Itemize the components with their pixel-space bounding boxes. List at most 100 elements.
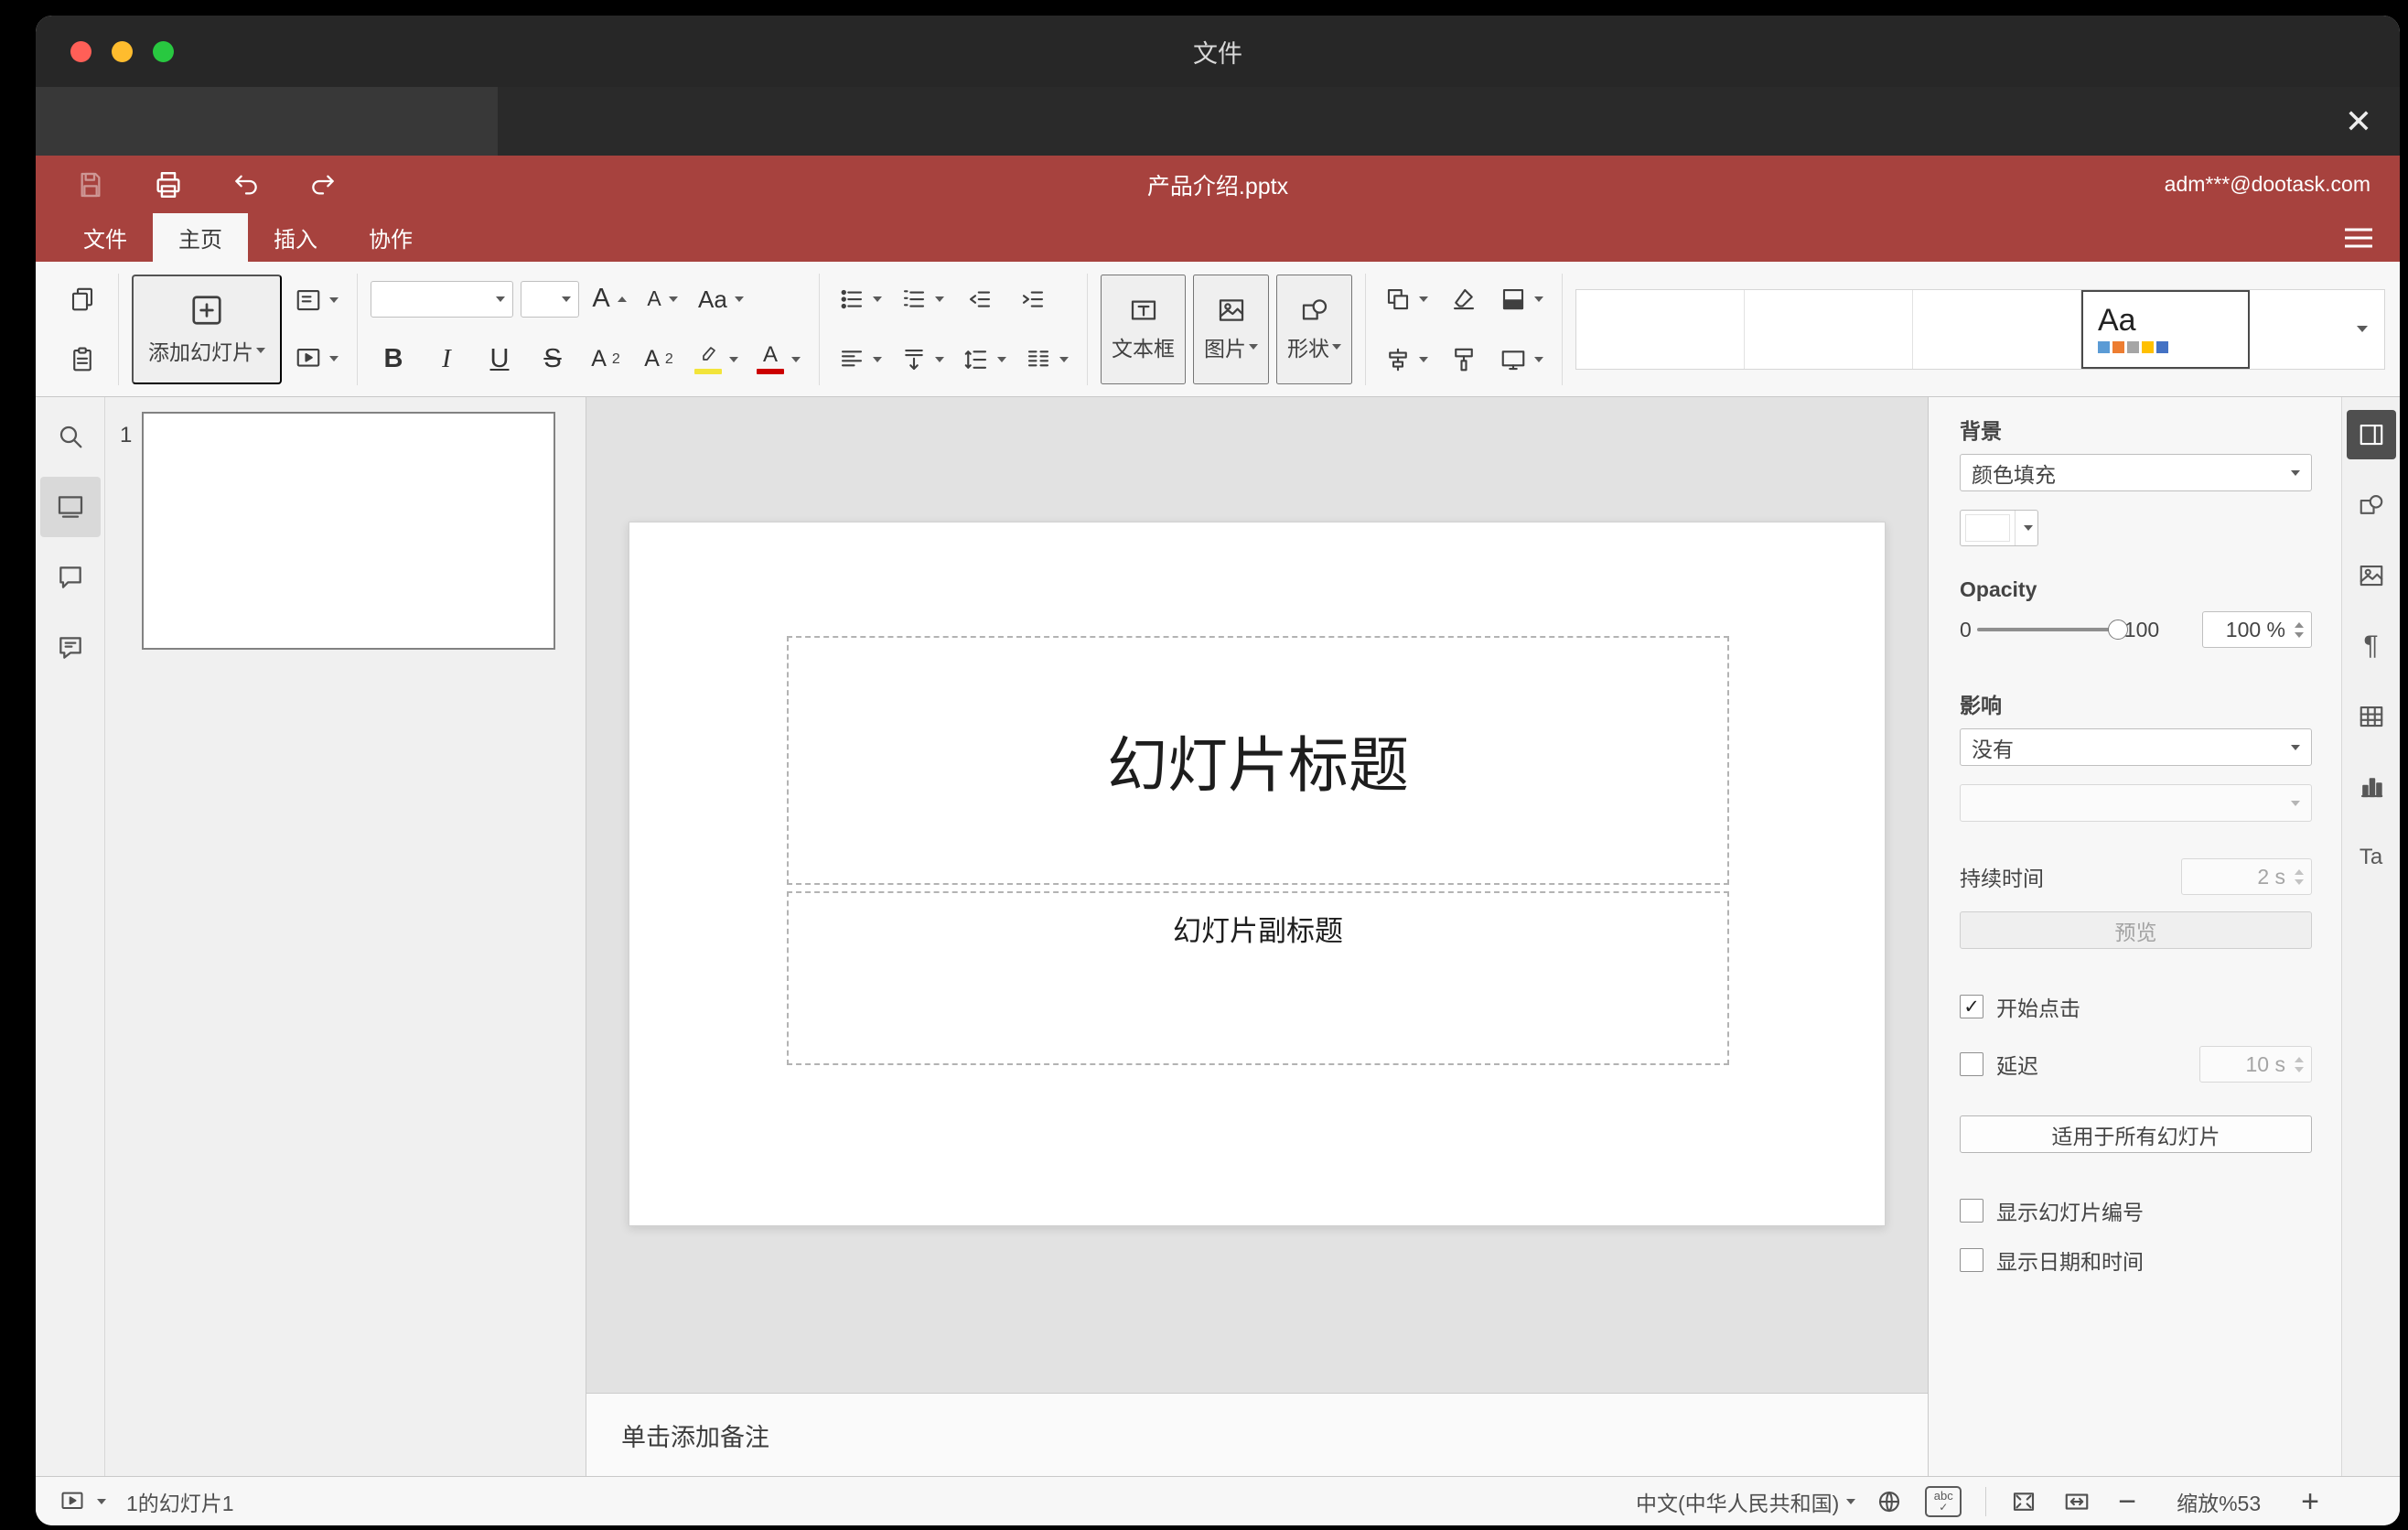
chat-icon[interactable]: [40, 618, 101, 678]
slide-title-placeholder[interactable]: 幻灯片标题: [787, 636, 1729, 885]
columns-button[interactable]: [1019, 335, 1074, 384]
delay-checkbox[interactable]: [1960, 1052, 1983, 1076]
increase-indent-button[interactable]: [1010, 275, 1056, 324]
decrease-indent-button[interactable]: [957, 275, 1003, 324]
redo-icon[interactable]: [308, 170, 338, 199]
copy-style-button[interactable]: [1441, 335, 1487, 384]
slideshow-options-icon[interactable]: [97, 1498, 106, 1504]
superscript-button[interactable]: A2: [583, 335, 629, 384]
font-color-button[interactable]: A: [751, 335, 806, 384]
window-title: 文件: [1193, 39, 1242, 68]
highlight-color-button[interactable]: [689, 335, 744, 384]
opacity-value-input[interactable]: 100 %: [2202, 611, 2312, 648]
comments-icon[interactable]: [40, 547, 101, 608]
arrange-shapes-button[interactable]: [1379, 275, 1434, 324]
change-layout-button[interactable]: [289, 275, 344, 325]
insert-shape-button[interactable]: 形状: [1276, 274, 1352, 384]
slides-panel-icon[interactable]: [39, 477, 101, 537]
slide-thumbnail-number: 1: [120, 423, 133, 447]
slide-size-button[interactable]: [1494, 335, 1549, 384]
delay-label: 延迟: [1996, 1054, 2038, 1078]
tab-file[interactable]: 文件: [58, 213, 153, 262]
theme-gallery-expand-button[interactable]: [2337, 290, 2384, 369]
print-icon[interactable]: [153, 169, 184, 200]
minimize-window-button[interactable]: [112, 40, 133, 62]
background-color-picker[interactable]: [1960, 510, 2038, 546]
document-language-icon[interactable]: [1876, 1488, 1903, 1515]
start-slideshow-status-icon[interactable]: [59, 1489, 85, 1514]
undo-icon[interactable]: [231, 170, 261, 199]
slide[interactable]: 幻灯片标题 幻灯片副标题: [629, 522, 1886, 1226]
textart-settings-icon[interactable]: Ta: [2347, 833, 2396, 882]
font-size-select[interactable]: [521, 280, 579, 318]
close-icon[interactable]: ✕: [2345, 104, 2372, 138]
increase-font-button[interactable]: A: [586, 275, 632, 324]
show-date-time-checkbox[interactable]: [1960, 1248, 1983, 1272]
theme-option-selected[interactable]: Aa: [2081, 289, 2250, 369]
decrease-font-button[interactable]: A: [640, 275, 685, 324]
tab-home[interactable]: 主页: [153, 213, 248, 262]
line-spacing-button[interactable]: [957, 335, 1012, 384]
table-settings-icon[interactable]: [2347, 692, 2396, 741]
image-settings-icon[interactable]: [2347, 551, 2396, 600]
slide-settings-icon[interactable]: [2346, 410, 2396, 459]
insert-image-button[interactable]: 图片: [1193, 274, 1269, 384]
fit-to-width-icon[interactable]: [2063, 1488, 2091, 1515]
fit-to-slide-icon[interactable]: [2010, 1488, 2037, 1515]
add-slide-button[interactable]: 添加幻灯片: [132, 274, 282, 384]
zoom-window-button[interactable]: [153, 40, 174, 62]
slide-thumbnail[interactable]: [142, 412, 555, 650]
start-slideshow-button[interactable]: [289, 334, 344, 383]
font-name-select[interactable]: [371, 280, 513, 318]
effect-select[interactable]: 没有: [1960, 728, 2312, 766]
menu-icon[interactable]: [2345, 228, 2372, 247]
background-fill-select[interactable]: 颜色填充: [1960, 454, 2312, 491]
zoom-in-button[interactable]: +: [2301, 1486, 2319, 1517]
italic-button[interactable]: I: [424, 335, 469, 384]
strikeout-button[interactable]: S: [530, 335, 575, 384]
align-shapes-button[interactable]: [1379, 335, 1434, 384]
shape-settings-icon[interactable]: [2347, 480, 2396, 530]
language-select[interactable]: 中文(中华人民共和国): [1636, 1486, 1839, 1517]
vertical-align-button[interactable]: [895, 335, 950, 384]
spellcheck-icon[interactable]: abc ✓: [1925, 1485, 1962, 1517]
search-icon[interactable]: [40, 406, 101, 467]
language-caret-icon[interactable]: [1846, 1498, 1856, 1504]
underline-button[interactable]: U: [477, 335, 522, 384]
notes-input[interactable]: 单击添加备注: [586, 1393, 1928, 1476]
zoom-out-button[interactable]: −: [2118, 1486, 2136, 1517]
theme-option[interactable]: [1576, 289, 1745, 369]
theme-option[interactable]: [1913, 289, 2081, 369]
font-group: A A Aa B I U S A2 A2 A: [361, 274, 815, 385]
horizontal-align-button[interactable]: [833, 335, 887, 384]
preview-button: 预览: [1960, 911, 2312, 949]
tab-insert[interactable]: 插入: [248, 213, 343, 262]
copy-button[interactable]: [59, 275, 105, 324]
start-on-click-checkbox[interactable]: ✓: [1960, 995, 1983, 1018]
clear-style-button[interactable]: [1441, 275, 1487, 324]
bullets-button[interactable]: [833, 275, 887, 324]
subscript-button[interactable]: A2: [636, 335, 682, 384]
paragraph-settings-icon[interactable]: ¶: [2347, 621, 2396, 671]
chart-settings-icon[interactable]: [2347, 762, 2396, 812]
show-slide-number-checkbox[interactable]: [1960, 1199, 1983, 1223]
numbering-button[interactable]: [895, 275, 950, 324]
slide-counter: 1的幻灯片1: [126, 1491, 234, 1515]
insert-textbox-button[interactable]: 文本框: [1101, 274, 1186, 384]
clipboard-group: [50, 274, 114, 385]
apply-to-all-slides-button[interactable]: 适用于所有幻灯片: [1960, 1115, 2312, 1153]
opacity-slider[interactable]: [1976, 620, 2128, 640]
bold-button[interactable]: B: [371, 335, 416, 384]
theme-option[interactable]: [1745, 289, 1913, 369]
paste-button[interactable]: [59, 335, 105, 384]
close-window-button[interactable]: [70, 40, 91, 62]
slide-subtitle-placeholder[interactable]: 幻灯片副标题: [787, 891, 1729, 1065]
zoom-level: 缩放%53: [2177, 1491, 2262, 1515]
tab-collaboration[interactable]: 协作: [343, 213, 438, 262]
macos-titlebar: 文件: [36, 16, 2400, 87]
opacity-control: 0 100 100 %: [1960, 611, 2312, 648]
save-icon[interactable]: [76, 170, 105, 199]
change-case-button[interactable]: Aa: [693, 275, 749, 324]
fill-color-button[interactable]: [1494, 275, 1549, 324]
opacity-slider-knob[interactable]: [2107, 620, 2128, 640]
